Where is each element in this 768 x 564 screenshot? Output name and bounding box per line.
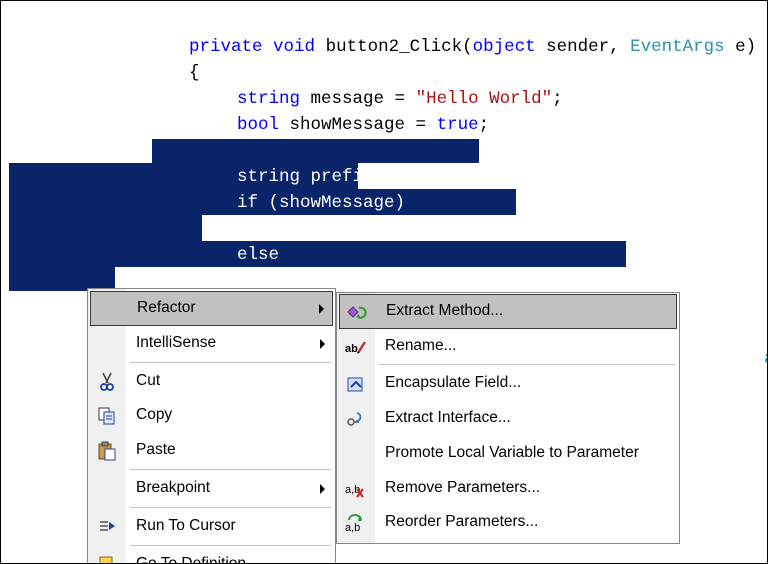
code-token: sender, [535,36,631,57]
code-line-else: else [153,217,279,265]
submenu-arrow-icon [320,484,325,494]
svg-text:ab: ab [345,343,358,355]
code-token: true [436,114,479,135]
context-menu: Refactor IntelliSense Cut Copy Paste Bre… [87,288,336,564]
menu-item-refactor[interactable]: Refactor [90,291,333,326]
extract-method-icon [346,302,368,322]
code-line-showmessage: bool showMessage = true; [153,87,489,135]
menu-separator [130,469,331,470]
menu-item-paste[interactable]: Paste [90,434,333,467]
code-token: object [472,36,536,57]
menu-item-label: Extract Method... [386,302,504,319]
menu-item-label: Paste [136,441,176,458]
menu-item-go-to-definition[interactable]: Go To Definition [90,548,333,564]
reorder-parameters-icon: a,b [345,513,367,534]
submenu-item-promote-local-variable[interactable]: Promote Local Variable to Parameter [339,437,677,470]
code-token: MessageBox.Show(message); [286,218,549,239]
submenu-item-reorder-parameters[interactable]: a,b Reorder Parameters... [339,506,677,539]
refactor-submenu: Extract Method... ab Rename... Encapsula… [336,292,680,544]
code-token: bool [237,114,280,135]
menu-item-intellisense[interactable]: IntelliSense [90,327,333,360]
menu-item-label: IntelliSense [136,334,217,351]
menu-separator [130,362,331,363]
copy-icon [96,406,118,426]
menu-item-cut[interactable]: Cut [90,365,333,398]
code-token: ; [478,114,490,135]
code-token: void [273,36,316,57]
menu-item-label: Encapsulate Field... [385,374,522,391]
rename-icon: ab [345,337,367,357]
svg-text:a,b: a,b [345,522,360,533]
code-line-open-brace: { [105,35,200,83]
paste-icon [96,441,118,461]
menu-item-label: Promote Local Variable to Parameter [385,444,639,461]
remove-parameters-icon: a,b [345,479,367,499]
menu-item-breakpoint[interactable]: Breakpoint [90,472,333,505]
submenu-item-remove-parameters[interactable]: a,b Remove Parameters... [339,472,677,505]
code-token: showMessage = [279,114,437,135]
code-line-prefix: string prefix = "DEBUG: "; [153,139,510,187]
menu-item-label: Reorder Parameters... [385,513,539,530]
code-line-debug: Debug.WriteLine(prefix + message); [202,243,643,291]
code-token: private [189,36,263,57]
menu-separator [130,545,331,546]
run-to-cursor-icon [96,517,118,537]
menu-item-label: Breakpoint [136,479,211,496]
code-token: ; [552,88,563,109]
go-to-definition-icon [96,555,118,563]
submenu-item-extract-method[interactable]: Extract Method... [339,294,677,329]
code-line-partial: ateTime [680,321,767,369]
scissors-icon [96,372,118,392]
menu-separator [379,364,675,365]
encapsulate-field-icon [345,374,367,394]
menu-item-run-to-cursor[interactable]: Run To Cursor [90,510,333,543]
code-token: Debug.WriteLine(prefix + message); [286,270,644,291]
submenu-item-rename[interactable]: ab Rename... [339,330,677,363]
screenshot-frame: private void button2_Click(object sender… [0,0,768,564]
code-line-signature: private void button2_Click(object sender… [105,9,756,57]
menu-item-copy[interactable]: Copy [90,399,333,432]
code-token: button2_Click( [315,36,473,57]
submenu-item-encapsulate-field[interactable]: Encapsulate Field... [339,367,677,400]
menu-item-label: Copy [136,406,173,423]
menu-item-label: Refactor [137,299,196,316]
menu-item-label: Remove Parameters... [385,479,541,496]
menu-item-label: Cut [136,372,161,389]
menu-separator [130,507,331,508]
menu-item-label: Extract Interface... [385,409,511,426]
code-line-if: if (showMessage) [153,165,405,213]
extract-interface-icon [345,409,367,429]
code-token: ateTime [764,349,767,369]
menu-item-label: Go To Definition [136,555,246,564]
code-token: EventArgs [630,36,725,57]
submenu-arrow-icon [319,304,324,314]
code-line-message: string message = "Hello World"; [153,61,563,109]
submenu-item-extract-interface[interactable]: Extract Interface... [339,402,677,435]
submenu-arrow-icon [320,339,325,349]
code-token: e) [724,36,757,57]
code-line-messagebox: MessageBox.Show(message); [202,191,549,239]
menu-item-label: Rename... [385,337,457,354]
menu-item-label: Run To Cursor [136,517,236,534]
